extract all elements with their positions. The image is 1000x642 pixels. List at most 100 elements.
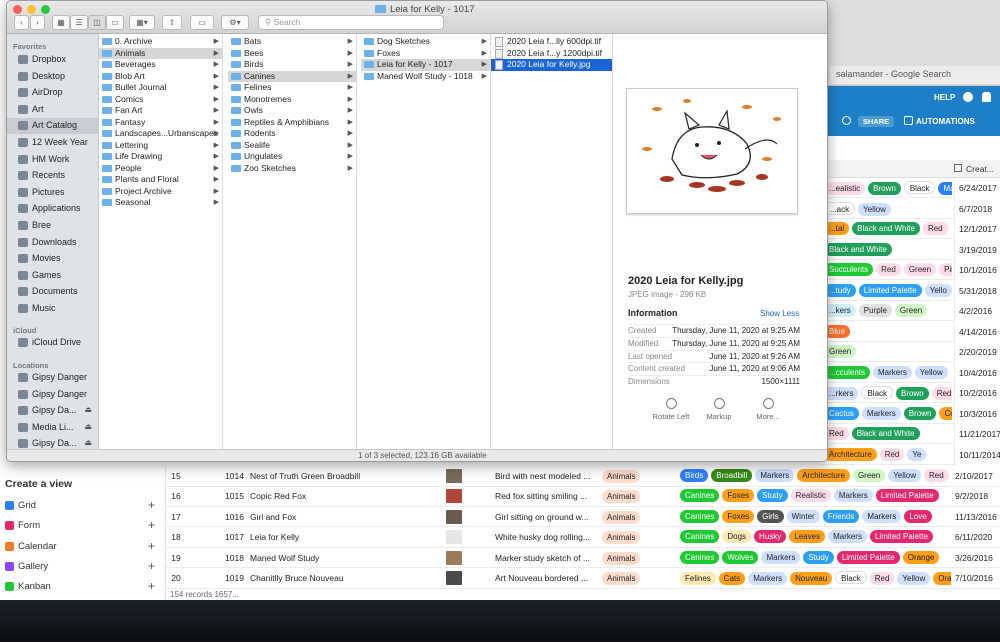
- add-view-icon[interactable]: +: [148, 579, 155, 593]
- sidebar-item[interactable]: Gipsy Danger: [7, 370, 98, 386]
- share-button[interactable]: SHARE: [858, 116, 894, 127]
- gallery-view-button[interactable]: ▭: [106, 15, 124, 30]
- finder-item[interactable]: Owls ▶: [228, 105, 356, 117]
- sidebar-item[interactable]: Bree: [7, 218, 98, 234]
- table-row[interactable]: 19 1018 Maned Wolf Study Marker study sketc…: [166, 548, 1000, 569]
- gear-icon[interactable]: ⚙▾: [221, 15, 249, 30]
- finder-item[interactable]: Felines ▶: [228, 82, 356, 94]
- finder-item[interactable]: Reptiles & Amphibians ▶: [228, 117, 356, 129]
- finder-item[interactable]: Canines ▶: [228, 70, 356, 82]
- thumbnail[interactable]: [446, 530, 462, 545]
- table-row[interactable]: 17 1016 Girl and Fox Girl sitting on ground…: [166, 507, 1000, 528]
- sidebar-item[interactable]: Gipsy Danger: [7, 387, 98, 403]
- thumbnail[interactable]: [446, 509, 462, 524]
- finder-item[interactable]: Fantasy ▶: [99, 117, 222, 129]
- sidebar-item[interactable]: iCloud Drive: [7, 335, 98, 351]
- minimize-button[interactable]: [27, 5, 36, 14]
- help-link[interactable]: HELP: [934, 93, 955, 102]
- bell-icon[interactable]: [982, 92, 991, 102]
- table-row[interactable]: 18 1017 Leia for Kelly White husky dog roll…: [166, 527, 1000, 548]
- view-item-kanban[interactable]: Kanban +: [5, 578, 155, 598]
- finder-item[interactable]: Rodents ▶: [228, 128, 356, 140]
- sidebar-item[interactable]: Applications: [7, 201, 98, 217]
- search-input[interactable]: ⚲ Search: [258, 15, 444, 30]
- finder-item[interactable]: Landscapes...Urbanscapes ▶: [99, 128, 222, 140]
- finder-item[interactable]: Bees ▶: [228, 48, 356, 60]
- finder-item[interactable]: Fan Art ▶: [99, 105, 222, 117]
- sidebar-item[interactable]: Art: [7, 102, 98, 118]
- finder-item[interactable]: Dog Sketches ▶: [361, 36, 490, 48]
- history-icon[interactable]: [842, 116, 851, 125]
- table-row[interactable]: 16 1015 Copic Red Fox Red fox sitting smili…: [166, 486, 1000, 507]
- table-row[interactable]: 20 1019 Chanitlly Bruce Nouveau Art Nouveau…: [166, 568, 1000, 589]
- browser-tab[interactable]: salamander - Google Search: [830, 66, 1000, 84]
- view-item-form[interactable]: Form +: [5, 517, 155, 537]
- markup-button[interactable]: Markup: [694, 398, 744, 421]
- add-view-icon[interactable]: +: [148, 498, 155, 512]
- close-button[interactable]: [13, 5, 22, 14]
- thumbnail[interactable]: [446, 550, 462, 565]
- finder-item[interactable]: Animals ▶: [99, 47, 222, 59]
- sidebar-item[interactable]: Desktop: [7, 69, 98, 85]
- zoom-button[interactable]: [41, 5, 50, 14]
- finder-item[interactable]: Plants and Floral ▶: [99, 174, 222, 186]
- finder-item[interactable]: Project Archive ▶: [99, 186, 222, 198]
- eject-icon[interactable]: ⏏: [84, 405, 92, 414]
- list-view-button[interactable]: ☰: [70, 15, 88, 30]
- finder-item[interactable]: Sealife ▶: [228, 140, 356, 152]
- sidebar-item[interactable]: Games: [7, 268, 98, 284]
- finder-item[interactable]: Bullet Journal ▶: [99, 82, 222, 94]
- eject-icon[interactable]: ⏏: [84, 422, 92, 431]
- sidebar-item[interactable]: AirDrop: [7, 85, 98, 101]
- finder-item[interactable]: Zoo Sketches ▶: [228, 163, 356, 175]
- finder-item[interactable]: Comics ▶: [99, 94, 222, 106]
- finder-item[interactable]: Beverages ▶: [99, 59, 222, 71]
- sidebar-item[interactable]: Dropbox: [7, 52, 98, 68]
- finder-item[interactable]: 2020 Leia f...lly 600dpi.tif: [491, 36, 612, 48]
- finder-item[interactable]: Bats ▶: [228, 36, 356, 48]
- sidebar-item[interactable]: Art Catalog: [7, 118, 98, 135]
- column-header-created[interactable]: Creat...: [966, 164, 994, 174]
- finder-item[interactable]: Foxes ▶: [361, 48, 490, 60]
- finder-item[interactable]: 0. Archive ▶: [99, 36, 222, 48]
- finder-item[interactable]: 2020 Leia for Kelly.jpg: [491, 59, 612, 71]
- finder-item[interactable]: Seasonal ▶: [99, 197, 222, 209]
- eject-icon[interactable]: ⏏: [84, 438, 92, 447]
- thumbnail[interactable]: [446, 489, 462, 504]
- view-item-grid[interactable]: Grid +: [5, 497, 155, 517]
- finder-item[interactable]: Lettering ▶: [99, 140, 222, 152]
- column-view-button[interactable]: ◫: [88, 15, 106, 30]
- back-button[interactable]: ‹: [14, 15, 29, 30]
- automations-button[interactable]: AUTOMATIONS: [916, 117, 975, 126]
- table-row[interactable]: 15 1014 Nest of Truth Green Broadbill Bird …: [166, 466, 1000, 487]
- icon-view-button[interactable]: ▦: [52, 15, 70, 30]
- sidebar-item[interactable]: Downloads: [7, 235, 98, 251]
- more-button[interactable]: More...: [743, 398, 793, 421]
- thumbnail[interactable]: [446, 571, 462, 585]
- rotate-left-button[interactable]: Rotate Left: [646, 398, 696, 421]
- finder-item[interactable]: Blob Art ▶: [99, 71, 222, 83]
- finder-item[interactable]: People ▶: [99, 163, 222, 175]
- sidebar-item[interactable]: 12 Week Year: [7, 135, 98, 151]
- help-icon[interactable]: [963, 92, 973, 102]
- finder-item[interactable]: 2020 Leia f...y 1200dpi.tif: [491, 48, 612, 60]
- share-icon[interactable]: ⇧: [162, 15, 182, 30]
- sidebar-item[interactable]: Recents: [7, 168, 98, 184]
- thumbnail[interactable]: [446, 469, 462, 483]
- sidebar-item[interactable]: Movies: [7, 251, 98, 267]
- add-view-icon[interactable]: +: [148, 559, 155, 573]
- show-less-link[interactable]: Show Less: [760, 309, 799, 318]
- add-view-icon[interactable]: +: [148, 518, 155, 532]
- finder-item[interactable]: Ungulates ▶: [228, 151, 356, 163]
- sidebar-item[interactable]: Documents: [7, 284, 98, 300]
- finder-item[interactable]: Maned Wolf Study - 1018 ▶: [361, 71, 490, 83]
- forward-button[interactable]: ›: [30, 15, 45, 30]
- group-by-button[interactable]: ▦▾: [129, 15, 155, 30]
- view-item-calendar[interactable]: Calendar +: [5, 538, 155, 558]
- finder-item[interactable]: Birds ▶: [228, 59, 356, 71]
- tag-icon[interactable]: ▭: [190, 15, 214, 30]
- finder-item[interactable]: Monotremes ▶: [228, 94, 356, 106]
- add-view-icon[interactable]: +: [148, 539, 155, 553]
- view-item-gallery[interactable]: Gallery +: [5, 558, 155, 578]
- sidebar-item[interactable]: HM Work: [7, 152, 98, 168]
